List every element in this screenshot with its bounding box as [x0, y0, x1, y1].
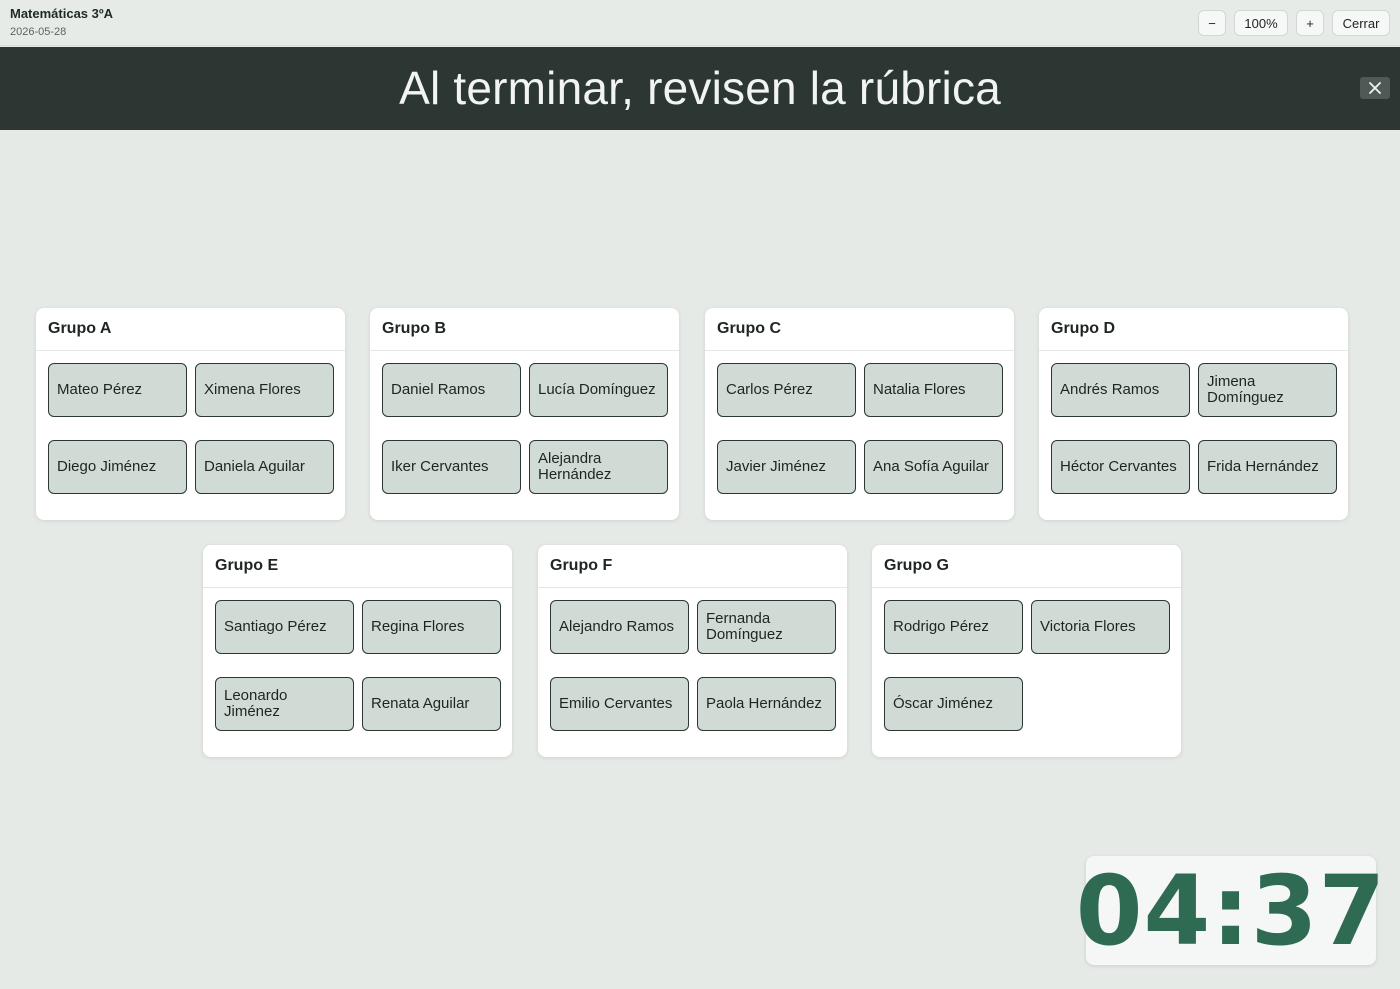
close-icon — [1369, 82, 1381, 94]
group-title: Grupo D — [1039, 308, 1348, 351]
student-card[interactable]: Mateo Pérez — [48, 363, 187, 417]
close-button[interactable]: Cerrar — [1332, 10, 1390, 36]
student-card[interactable]: Andrés Ramos — [1051, 363, 1190, 417]
group-card-c: Grupo C Carlos Pérez Natalia Flores Javi… — [705, 308, 1014, 520]
student-card[interactable]: Leonardo Jiménez — [215, 677, 354, 731]
student-card[interactable]: Héctor Cervantes — [1051, 440, 1190, 494]
group-title: Grupo E — [203, 545, 512, 588]
student-card[interactable]: Regina Flores — [362, 600, 501, 654]
timer-value: 04:37 — [1075, 854, 1387, 967]
student-card[interactable]: Santiago Pérez — [215, 600, 354, 654]
student-card[interactable]: Óscar Jiménez — [884, 677, 1023, 731]
zoom-in-button[interactable]: + — [1296, 10, 1324, 36]
student-card[interactable]: Renata Aguilar — [362, 677, 501, 731]
student-card[interactable]: Frida Hernández — [1198, 440, 1337, 494]
student-card[interactable]: Daniel Ramos — [382, 363, 521, 417]
banner-close-button[interactable] — [1360, 77, 1390, 99]
student-card[interactable]: Javier Jiménez — [717, 440, 856, 494]
class-date: 2026-05-28 — [10, 26, 67, 38]
countdown-timer: 04:37 — [1076, 855, 1386, 967]
student-card[interactable]: Fernanda Domínguez — [697, 600, 836, 654]
student-card[interactable]: Lucía Domínguez — [529, 363, 668, 417]
student-card[interactable]: Iker Cervantes — [382, 440, 521, 494]
student-card[interactable]: Ana Sofía Aguilar — [864, 440, 1003, 494]
group-title: Grupo F — [538, 545, 847, 588]
group-card-d: Grupo D Andrés Ramos Jimena Domínguez Hé… — [1039, 308, 1348, 520]
student-card[interactable]: Emilio Cervantes — [550, 677, 689, 731]
zoom-out-button[interactable]: − — [1198, 10, 1226, 36]
group-card-e: Grupo E Santiago Pérez Regina Flores Leo… — [203, 545, 512, 757]
group-card-g: Grupo G Rodrigo Pérez Victoria Flores Ós… — [872, 545, 1181, 757]
student-card[interactable]: Carlos Pérez — [717, 363, 856, 417]
group-title: Grupo C — [705, 308, 1014, 351]
student-card[interactable]: Alejandro Ramos — [550, 600, 689, 654]
zoom-level-indicator: 100% — [1234, 10, 1288, 36]
group-title: Grupo B — [370, 308, 679, 351]
student-card[interactable]: Paola Hernández — [697, 677, 836, 731]
banner-message: Al terminar, revisen la rúbrica — [399, 61, 1001, 114]
student-card[interactable]: Rodrigo Pérez — [884, 600, 1023, 654]
group-card-a: Grupo A Mateo Pérez Ximena Flores Diego … — [36, 308, 345, 520]
student-card[interactable]: Jimena Domínguez — [1198, 363, 1337, 417]
announcement-banner: Al terminar, revisen la rúbrica — [0, 47, 1400, 130]
group-title: Grupo G — [872, 545, 1181, 588]
student-card[interactable]: Natalia Flores — [864, 363, 1003, 417]
top-bar: Matemáticas 3ºA 2026-05-28 − 100% + Cerr… — [0, 0, 1400, 46]
student-card[interactable]: Daniela Aguilar — [195, 440, 334, 494]
zoom-controls: − 100% + Cerrar — [1198, 10, 1390, 36]
class-title: Matemáticas 3ºA — [10, 6, 114, 21]
group-title: Grupo A — [36, 308, 345, 351]
group-card-f: Grupo F Alejandro Ramos Fernanda Domíngu… — [538, 545, 847, 757]
student-card[interactable]: Victoria Flores — [1031, 600, 1170, 654]
student-card[interactable]: Ximena Flores — [195, 363, 334, 417]
group-card-b: Grupo B Daniel Ramos Lucía Domínguez Ike… — [370, 308, 679, 520]
student-card[interactable]: Alejandra Hernández — [529, 440, 668, 494]
student-card[interactable]: Diego Jiménez — [48, 440, 187, 494]
